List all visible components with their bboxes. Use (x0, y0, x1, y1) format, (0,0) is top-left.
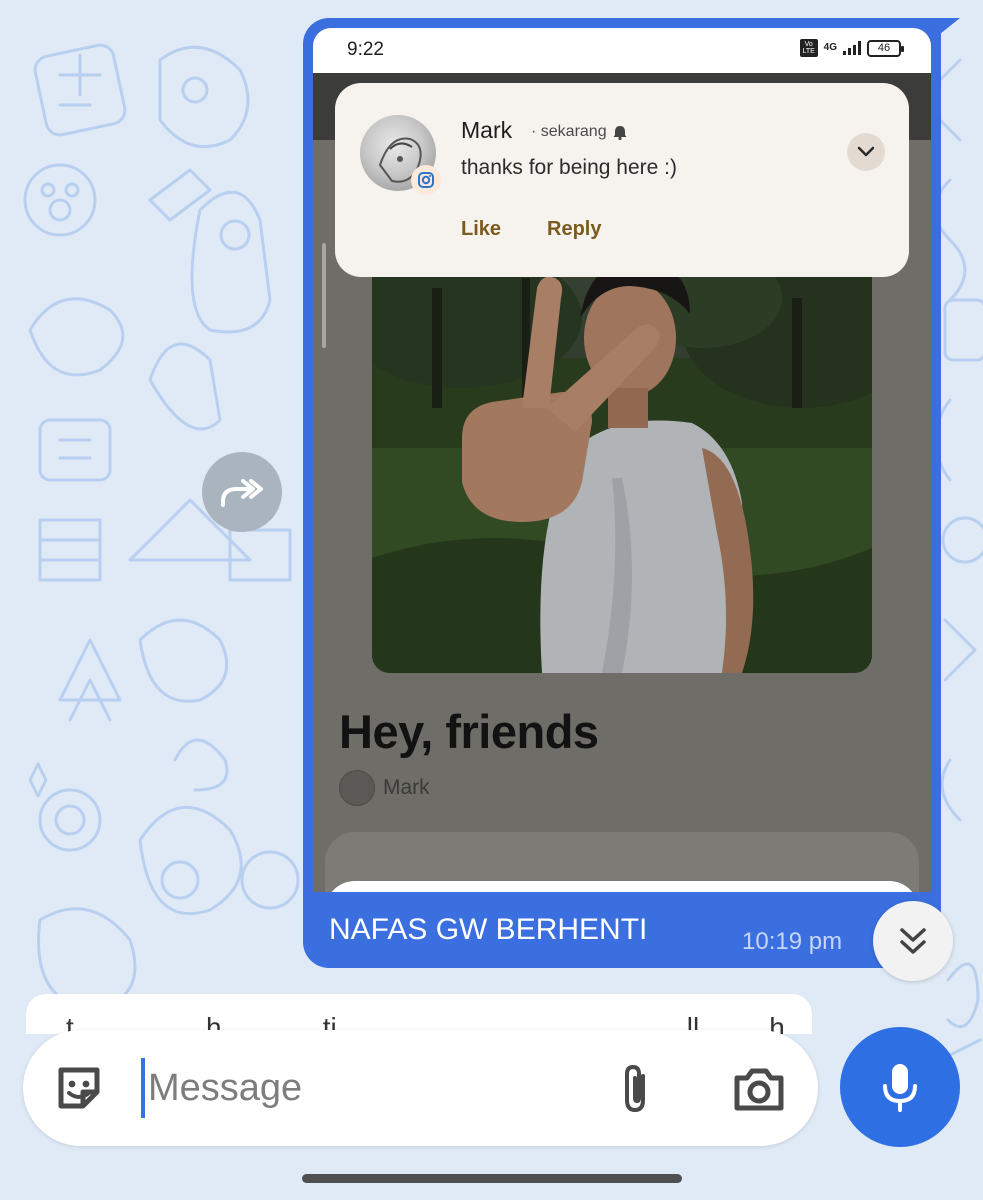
home-indicator[interactable] (302, 1174, 682, 1183)
notification-sender: Mark (461, 117, 513, 143)
forward-icon (221, 479, 263, 507)
sticker-icon[interactable] (53, 1062, 105, 1119)
attached-screenshot[interactable]: 9:22 Vo LTE 4G 46 Hey, friends Mark Mark… (313, 28, 931, 892)
expand-notification-button[interactable] (847, 133, 885, 171)
next-message-bubble[interactable]: t ... ... ... ... h ... ... ... ti ... .… (26, 994, 812, 1034)
post-photo (372, 258, 872, 673)
paperclip-icon[interactable] (619, 1064, 653, 1119)
bottom-sheet (325, 881, 919, 892)
status-time: 9:22 (347, 39, 384, 60)
scroll-indicator (322, 243, 326, 348)
instagram-icon (411, 165, 441, 195)
signal-icon (843, 41, 861, 55)
status-bar: 9:22 Vo LTE 4G 46 (313, 28, 931, 73)
notification-time: · sekarang (531, 123, 607, 140)
volte-icon: Vo LTE (799, 39, 818, 57)
voice-message-button[interactable] (840, 1027, 960, 1147)
bell-icon (613, 125, 627, 140)
chevron-down-icon (857, 146, 875, 157)
microphone-icon (883, 1064, 917, 1112)
message-caption: NAFAS GW BERHENTI (329, 913, 648, 946)
post-title: Hey, friends (339, 705, 599, 758)
author-row[interactable]: Mark (339, 770, 430, 806)
text-cursor (141, 1058, 145, 1118)
double-chevron-down-icon (900, 928, 926, 954)
battery-icon: 46 (867, 39, 904, 57)
author-avatar (339, 770, 375, 806)
author-name: Mark (383, 776, 430, 799)
notification-meta: · sekarang (531, 123, 627, 141)
message-input[interactable] (148, 1060, 588, 1116)
forward-button[interactable] (202, 452, 282, 532)
network-type: 4G (823, 42, 837, 53)
like-action-button[interactable]: Like (461, 218, 501, 241)
status-icons: Vo LTE 4G 46 (799, 39, 904, 57)
scroll-to-bottom-button[interactable] (873, 901, 953, 981)
reply-action-button[interactable]: Reply (547, 218, 601, 241)
notification-card[interactable]: Mark · sekarang thanks for being here :)… (335, 83, 909, 277)
notification-message: thanks for being here :) (461, 156, 677, 179)
camera-icon[interactable] (733, 1066, 785, 1117)
message-time: 10:19 pm (742, 928, 843, 955)
bubble-tail (930, 18, 960, 42)
message-composer (23, 1030, 818, 1146)
